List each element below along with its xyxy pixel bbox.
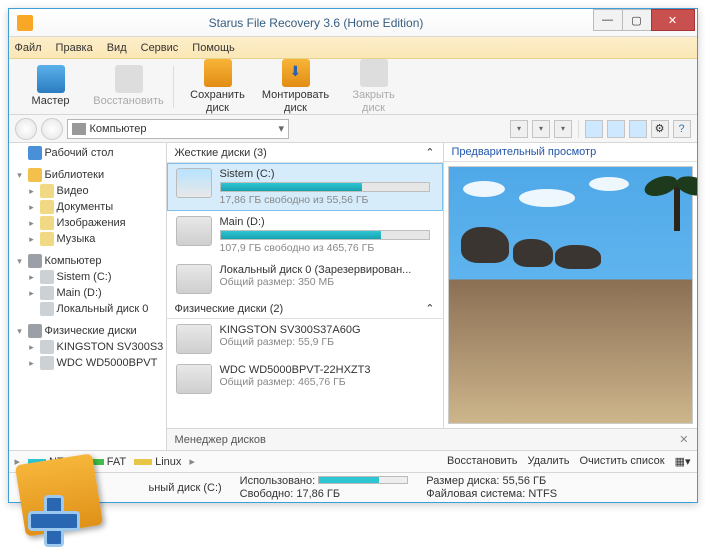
status-used-label: Использовано: <box>240 475 316 487</box>
restore-button[interactable]: Восстановить <box>93 63 165 109</box>
nav-back-button[interactable] <box>15 118 37 140</box>
tree-video[interactable]: ▸Видео <box>9 183 166 199</box>
tree-phys-wdc[interactable]: ▸WDC WD5000BPVT <box>9 355 166 371</box>
menu-edit[interactable]: Правка <box>56 42 93 54</box>
menu-service[interactable]: Сервис <box>141 42 179 54</box>
tree-drive-c[interactable]: ▸Sistem (C:) <box>9 269 166 285</box>
save-icon[interactable] <box>629 120 647 138</box>
drive-icon <box>176 264 212 294</box>
drive-system-c[interactable]: Sistem (C:)17,86 ГБ свободно из 55,56 ГБ <box>167 163 443 211</box>
phys-kingston[interactable]: KINGSTON SV300S37A60GОбщий размер: 55,9 … <box>167 319 443 359</box>
status-disk: ьный диск (C:) <box>149 482 222 494</box>
status-fs: Файловая система: NTFS <box>426 488 557 500</box>
drive-local0[interactable]: Локальный диск 0 (Зарезервирован...Общий… <box>167 259 443 299</box>
view-thumb-icon[interactable] <box>532 120 550 138</box>
window-title: Starus File Recovery 3.6 (Home Edition) <box>39 16 594 30</box>
action-restore[interactable]: Восстановить <box>447 455 517 468</box>
drive-icon <box>176 324 212 354</box>
view-list-icon[interactable] <box>554 120 572 138</box>
disk-manager-bar[interactable]: Менеджер дисков✕ <box>167 428 697 450</box>
tree-documents[interactable]: ▸Документы <box>9 199 166 215</box>
wizard-button[interactable]: Мастер <box>15 63 87 109</box>
preview-image <box>448 166 693 424</box>
drive-main-d[interactable]: Main (D:)107,9 ГБ свободно из 465,76 ГБ <box>167 211 443 259</box>
view-detail-icon[interactable] <box>510 120 528 138</box>
minimize-button[interactable]: — <box>593 9 623 31</box>
tree-physical[interactable]: ▾Физические диски <box>9 323 166 339</box>
tree-computer[interactable]: ▾Компьютер <box>9 253 166 269</box>
preview-toggle-icon[interactable] <box>585 120 603 138</box>
tree-music[interactable]: ▸Музыка <box>9 231 166 247</box>
phys-wdc[interactable]: WDC WD5000BPVT-22HXZT3Общий размер: 465,… <box>167 359 443 399</box>
drive-list: Жесткие диски (3)⌃ Sistem (C:)17,86 ГБ с… <box>167 143 443 428</box>
drive-icon <box>176 364 212 394</box>
action-delete[interactable]: Удалить <box>527 455 569 468</box>
tree-desktop[interactable]: Рабочий стол <box>9 145 166 161</box>
section-hard-disks[interactable]: Жесткие диски (3)⌃ <box>167 143 443 163</box>
menu-help[interactable]: Помощь <box>192 42 235 54</box>
computer-icon <box>72 123 86 135</box>
tree-libraries[interactable]: ▾Библиотеки <box>9 167 166 183</box>
collapse-icon: ⌃ <box>425 146 434 159</box>
close-button[interactable]: ✕ <box>651 9 695 31</box>
legend-linux: Linux <box>134 456 181 468</box>
tree-drive-d[interactable]: ▸Main (D:) <box>9 285 166 301</box>
action-clear[interactable]: Очистить список <box>579 455 664 468</box>
tree-images[interactable]: ▸Изображения <box>9 215 166 231</box>
status-free: Свободно: 17,86 ГБ <box>240 488 409 500</box>
maximize-button[interactable]: ▢ <box>622 9 652 31</box>
panel-icon[interactable] <box>607 120 625 138</box>
collapse-icon: ⌃ <box>425 302 434 315</box>
grid-icon[interactable]: ▦▾ <box>675 455 691 468</box>
product-logo <box>2 451 112 551</box>
menu-view[interactable]: Вид <box>107 42 127 54</box>
address-bar: Компьютер▾ ⚙ ? <box>9 115 697 143</box>
status-size: Размер диска: 55,56 ГБ <box>426 475 557 487</box>
close-disk-button[interactable]: Закрыть диск <box>338 57 410 115</box>
save-disk-button[interactable]: Сохранить диск <box>182 57 254 115</box>
nav-tree: Рабочий стол ▾Библиотеки ▸Видео ▸Докумен… <box>9 143 167 450</box>
address-input[interactable]: Компьютер▾ <box>67 119 290 139</box>
tree-phys-kingston[interactable]: ▸KINGSTON SV300S3 <box>9 339 166 355</box>
menu-file[interactable]: Файл <box>15 42 42 54</box>
preview-header: Предварительный просмотр <box>444 143 697 162</box>
settings-icon[interactable]: ⚙ <box>651 120 669 138</box>
tree-drive-local0[interactable]: Локальный диск 0 <box>9 301 166 317</box>
nav-forward-button[interactable] <box>41 118 63 140</box>
drive-icon <box>176 216 212 246</box>
mount-disk-button[interactable]: ⬇Монтировать диск <box>260 57 332 115</box>
drive-icon <box>176 168 212 198</box>
help-icon[interactable]: ? <box>673 120 691 138</box>
app-icon <box>17 15 33 31</box>
preview-panel: Предварительный просмотр <box>443 143 697 428</box>
menubar: Файл Правка Вид Сервис Помощь <box>9 37 697 59</box>
section-physical-disks[interactable]: Физические диски (2)⌃ <box>167 299 443 319</box>
toolbar: Мастер Восстановить Сохранить диск ⬇Монт… <box>9 59 697 115</box>
close-icon[interactable]: ✕ <box>679 433 688 446</box>
